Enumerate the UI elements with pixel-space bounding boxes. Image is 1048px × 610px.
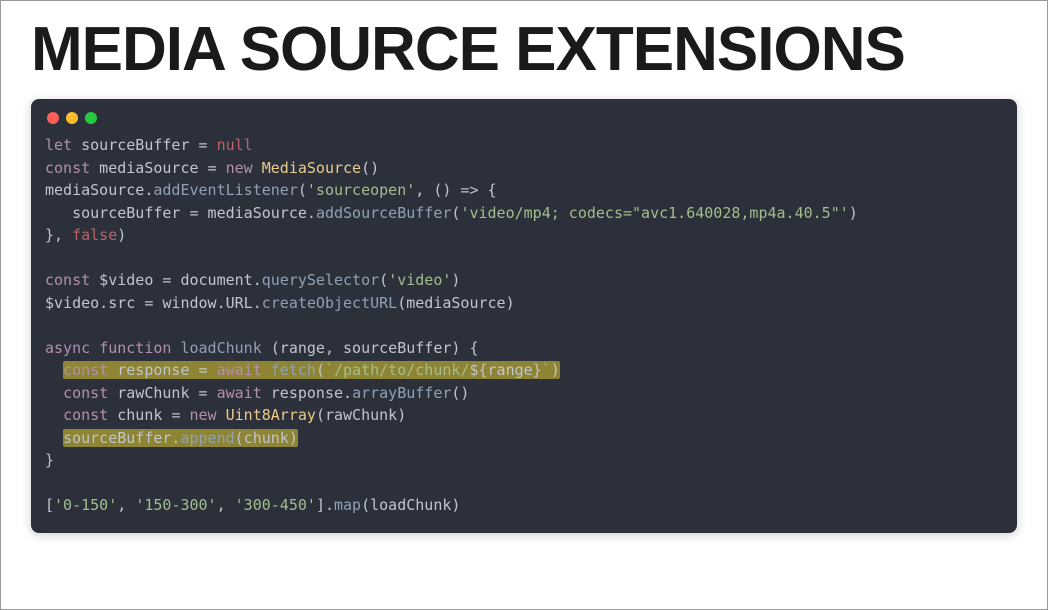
code-token: rawChunk	[108, 384, 198, 402]
code-token: 'video'	[388, 271, 451, 289]
code-token: function	[99, 339, 180, 357]
code-token: (	[316, 361, 325, 379]
code-token: const	[45, 271, 90, 289]
code-token: =	[199, 384, 217, 402]
code-token: Uint8Array	[226, 406, 316, 424]
code-token: }	[45, 451, 54, 469]
code-token: )	[451, 271, 460, 289]
code-token: $video	[90, 271, 162, 289]
code-token: (	[298, 181, 307, 199]
code-token: await	[217, 384, 262, 402]
code-token: const	[63, 361, 108, 379]
code-token: `	[542, 361, 551, 379]
code-token: map	[334, 496, 361, 514]
code-token: ].	[316, 496, 334, 514]
code-token: async	[45, 339, 99, 357]
minimize-icon	[66, 112, 78, 124]
code-token: ()	[361, 159, 379, 177]
code-token: (chunk)	[235, 429, 298, 447]
code-token: arrayBuffer	[352, 384, 451, 402]
code-token: chunk	[108, 406, 171, 424]
code-token: , () => {	[415, 181, 496, 199]
code-token: ,	[117, 496, 135, 514]
highlighted-line: sourceBuffer.append(chunk)	[63, 429, 298, 447]
code-token: const	[63, 406, 108, 424]
code-token: new	[226, 159, 253, 177]
code-token: null	[217, 136, 253, 154]
code-token: append	[180, 429, 234, 447]
close-icon	[47, 112, 59, 124]
code-token	[45, 406, 63, 424]
code-token: '0-150'	[54, 496, 117, 514]
code-token: false	[72, 226, 117, 244]
code-block: let sourceBuffer = null const mediaSourc…	[45, 134, 1003, 517]
code-token: )	[551, 361, 560, 379]
code-token: (	[397, 294, 406, 312]
window-traffic-lights	[45, 109, 1003, 134]
code-token: mediaSource	[90, 159, 207, 177]
code-token: await	[217, 361, 271, 379]
code-token: sourceBuffer = mediaSource.	[72, 204, 316, 222]
code-token: (	[379, 271, 388, 289]
code-token	[45, 361, 63, 379]
code-token: document.	[180, 271, 261, 289]
highlighted-line: const response = await fetch(`/path/to/c…	[63, 361, 560, 379]
code-token: const	[63, 384, 108, 402]
code-token: =	[199, 361, 217, 379]
code-token: createObjectURL	[262, 294, 397, 312]
code-token: '300-450'	[235, 496, 316, 514]
code-token: =	[171, 406, 189, 424]
code-token: addEventListener	[153, 181, 298, 199]
code-token	[45, 384, 63, 402]
code-token: response.	[262, 384, 352, 402]
code-token: 'sourceopen'	[307, 181, 415, 199]
code-token: ()	[451, 384, 469, 402]
code-token: 'video/mp4; codecs="avc1.640028,mp4a.40.…	[460, 204, 848, 222]
code-window: let sourceBuffer = null const mediaSourc…	[31, 99, 1017, 533]
code-token: =	[208, 159, 226, 177]
code-token: loadChunk	[180, 339, 270, 357]
code-token: sourceBuffer.	[63, 429, 180, 447]
code-token: new	[190, 406, 226, 424]
code-token: sourceBuffer	[72, 136, 198, 154]
code-token: querySelector	[262, 271, 379, 289]
code-token: `/path/to/chunk/	[325, 361, 470, 379]
code-token: [	[45, 496, 54, 514]
code-token: =	[162, 271, 180, 289]
code-token: mediaSource.	[45, 181, 153, 199]
code-token: '150-300'	[135, 496, 216, 514]
code-token	[45, 204, 72, 222]
code-token: $video.src = window.URL.	[45, 294, 262, 312]
code-token: ${range}	[469, 361, 541, 379]
code-token: let	[45, 136, 72, 154]
slide: MEDIA SOURCE EXTENSIONS let sourceBuffer…	[0, 0, 1048, 610]
code-token: response	[108, 361, 198, 379]
code-token: )	[117, 226, 126, 244]
code-token: )	[506, 294, 515, 312]
zoom-icon	[85, 112, 97, 124]
code-token: )	[849, 204, 858, 222]
code-token: =	[199, 136, 217, 154]
slide-title: MEDIA SOURCE EXTENSIONS	[31, 19, 1017, 81]
code-token: MediaSource	[253, 159, 361, 177]
code-token: const	[45, 159, 90, 177]
code-token: mediaSource	[406, 294, 505, 312]
code-token: fetch	[271, 361, 316, 379]
code-token: },	[45, 226, 72, 244]
code-token: ,	[217, 496, 235, 514]
code-token: addSourceBuffer	[316, 204, 451, 222]
code-token: (loadChunk)	[361, 496, 460, 514]
code-token	[45, 429, 63, 447]
code-token: (range, sourceBuffer) {	[271, 339, 479, 357]
code-token: (rawChunk)	[316, 406, 406, 424]
